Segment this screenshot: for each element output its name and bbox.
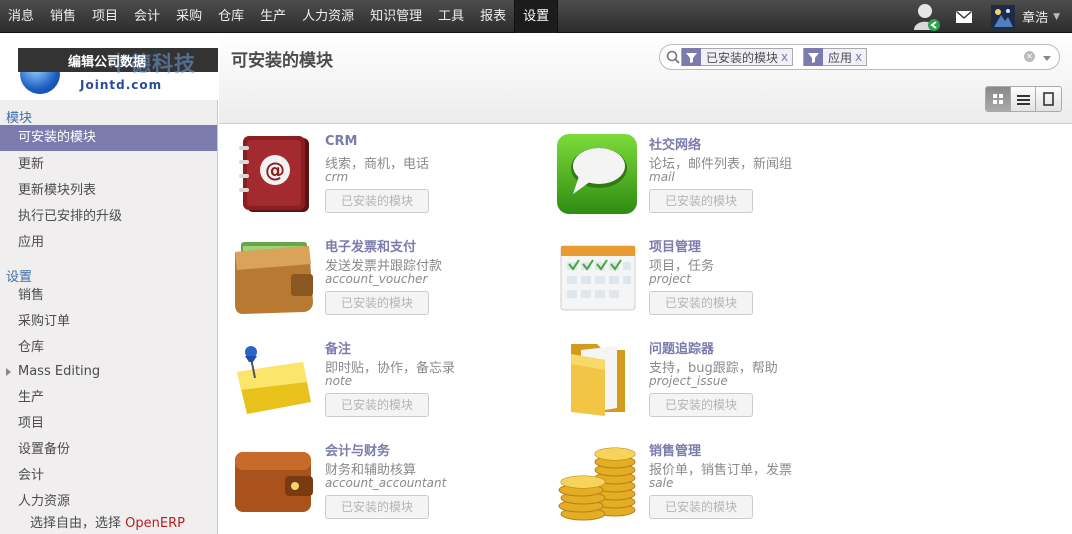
sidebar-item-apps[interactable]: 应用 xyxy=(0,230,217,256)
expand-arrow-icon[interactable] xyxy=(6,368,11,376)
svg-text:@: @ xyxy=(265,158,285,182)
kanban-view-button[interactable] xyxy=(986,87,1011,111)
menu-sales[interactable]: 销售 xyxy=(42,0,84,33)
module-name[interactable]: 电子发票和支付 xyxy=(325,236,416,255)
sidebar-item-updates[interactable]: 更新 xyxy=(0,152,217,178)
module-card-project[interactable]: 项目管理 项目，任务 project 已安装的模块 xyxy=(557,236,857,332)
remove-facet-button[interactable]: x xyxy=(781,50,792,64)
openerp-link[interactable]: OpenERP xyxy=(125,516,185,531)
search-icon xyxy=(666,50,680,68)
installed-button: 已安装的模块 xyxy=(649,393,753,417)
top-right-tools: 章浩 ▼ xyxy=(910,0,1072,33)
brown-wallet-icon xyxy=(233,440,315,522)
remove-facet-button[interactable]: x xyxy=(855,50,866,64)
menu-hr[interactable]: 人力资源 xyxy=(294,0,362,33)
page-title: 可安装的模块 xyxy=(231,51,333,71)
sidebar-item-manufacturing[interactable]: 生产 xyxy=(0,385,217,411)
sidebar-item-scheduled-upgrades[interactable]: 执行已安排的升级 xyxy=(0,204,217,230)
search-box[interactable]: 已安装的模块 x 应用 x ✕ xyxy=(659,44,1060,70)
module-card-project-issue[interactable]: 问题追踪器 支持，bug跟踪，帮助 project_issue 已安装的模块 xyxy=(557,338,857,434)
module-technical-name: note xyxy=(325,374,353,388)
user-avatar[interactable] xyxy=(990,4,1016,29)
logo-subtitle: Jointd.com xyxy=(80,78,163,92)
menu-knowledge[interactable]: 知识管理 xyxy=(362,0,430,33)
module-technical-name: sale xyxy=(649,476,674,490)
add-user-icon[interactable] xyxy=(910,0,944,33)
view-switcher xyxy=(985,86,1062,112)
module-card-crm[interactable]: @ CRM 线索，商机，电话 crm 已安装的模块 xyxy=(233,134,533,230)
module-card-account-voucher[interactable]: 电子发票和支付 发送发票并跟踪付款 account_voucher 已安装的模块 xyxy=(233,236,533,332)
module-name[interactable]: 项目管理 xyxy=(649,236,701,255)
module-technical-name: project xyxy=(649,272,691,286)
installed-button: 已安装的模块 xyxy=(649,291,753,315)
menu-tools[interactable]: 工具 xyxy=(430,0,472,33)
user-name[interactable]: 章浩 xyxy=(1022,7,1048,26)
chat-bubble-icon xyxy=(557,134,639,216)
menu-warehouse[interactable]: 仓库 xyxy=(210,0,252,33)
top-menu-bar: 消息 销售 项目 会计 采购 仓库 生产 人力资源 知识管理 工具 报表 设置 xyxy=(0,0,1072,33)
installed-button: 已安装的模块 xyxy=(325,393,429,417)
module-technical-name: mail xyxy=(649,170,675,184)
sidebar-item-installable-modules[interactable]: 可安装的模块 xyxy=(0,125,217,151)
chevron-down-icon[interactable]: ▼ xyxy=(1053,12,1060,22)
sidebar-item-accounting[interactable]: 会计 xyxy=(0,463,217,489)
filter-icon xyxy=(804,48,823,66)
sidebar-item-purchase-orders[interactable]: 采购订单 xyxy=(0,309,217,335)
menu-accounting[interactable]: 会计 xyxy=(126,0,168,33)
sidebar-item-project[interactable]: 项目 xyxy=(0,411,217,437)
left-sidebar: 中德科技 编辑公司数据 Jointd.com 模块 可安装的模块 更新 更新模块… xyxy=(0,34,218,534)
module-card-sale[interactable]: 销售管理 报价单，销售订单，发票 sale 已安装的模块 xyxy=(557,440,857,534)
wallet-icon xyxy=(233,236,315,318)
address-book-icon: @ xyxy=(233,134,315,216)
calendar-icon xyxy=(557,236,639,318)
module-name[interactable]: 备注 xyxy=(325,338,351,357)
module-technical-name: account_voucher xyxy=(325,272,428,286)
sidebar-item-sales[interactable]: 销售 xyxy=(0,283,217,309)
sidebar-item-mass-editing[interactable]: Mass Editing xyxy=(0,359,217,385)
menu-messages[interactable]: 消息 xyxy=(0,0,42,33)
sidebar-item-update-module-list[interactable]: 更新模块列表 xyxy=(0,178,217,204)
menu-reporting[interactable]: 报表 xyxy=(472,0,514,33)
coins-icon xyxy=(557,440,639,522)
menu-settings[interactable]: 设置 xyxy=(514,0,559,33)
company-logo[interactable]: 中德科技 编辑公司数据 Jointd.com xyxy=(0,34,218,100)
search-options-chevron-icon[interactable] xyxy=(1043,56,1051,61)
module-name[interactable]: CRM xyxy=(325,134,358,149)
mail-icon[interactable] xyxy=(944,0,984,33)
search-facet-apps: 应用 x xyxy=(803,48,868,66)
installed-button: 已安装的模块 xyxy=(325,189,429,213)
module-card-note[interactable]: 备注 即时贴，协作，备忘录 note 已安装的模块 xyxy=(233,338,533,434)
installed-button: 已安装的模块 xyxy=(325,495,429,519)
menu-project[interactable]: 项目 xyxy=(84,0,126,33)
section-modules-header: 模块 xyxy=(6,111,33,126)
edit-company-data-link[interactable]: 编辑公司数据 xyxy=(68,51,146,70)
view-header: 可安装的模块 已安装的模块 x 应用 x ✕ xyxy=(219,34,1072,124)
module-technical-name: project_issue xyxy=(649,374,728,388)
sidebar-item-backup-settings[interactable]: 设置备份 xyxy=(0,437,217,463)
list-view-button[interactable] xyxy=(1011,87,1036,111)
module-name[interactable]: 销售管理 xyxy=(649,440,701,459)
sidebar-item-warehouse[interactable]: 仓库 xyxy=(0,335,217,361)
search-facet-installed: 已安装的模块 x xyxy=(681,48,794,66)
top-menu: 消息 销售 项目 会计 采购 仓库 生产 人力资源 知识管理 工具 报表 设置 xyxy=(0,0,559,33)
installed-button: 已安装的模块 xyxy=(649,189,753,213)
installed-button: 已安装的模块 xyxy=(649,495,753,519)
menu-manufacturing[interactable]: 生产 xyxy=(252,0,294,33)
clear-search-icon[interactable]: ✕ xyxy=(1024,51,1035,62)
sidebar-item-label: Mass Editing xyxy=(18,364,101,379)
module-card-mail[interactable]: 社交网络 论坛，邮件列表，新闻组 mail 已安装的模块 xyxy=(557,134,857,230)
folder-icon xyxy=(557,338,639,420)
menu-purchase[interactable]: 采购 xyxy=(168,0,210,33)
module-technical-name: account_accountant xyxy=(325,476,447,490)
module-technical-name: crm xyxy=(325,170,349,184)
powered-by-footer: 选择自由，选择 OpenERP xyxy=(30,516,185,531)
filter-icon xyxy=(682,48,701,66)
module-name[interactable]: 社交网络 xyxy=(649,134,701,153)
module-name[interactable]: 问题追踪器 xyxy=(649,338,714,357)
module-card-account-accountant[interactable]: 会计与财务 财务和辅助核算 account_accountant 已安装的模块 xyxy=(233,440,533,534)
installed-button: 已安装的模块 xyxy=(325,291,429,315)
sticky-note-icon xyxy=(233,338,315,420)
form-view-button[interactable] xyxy=(1036,87,1061,111)
module-name[interactable]: 会计与财务 xyxy=(325,440,390,459)
